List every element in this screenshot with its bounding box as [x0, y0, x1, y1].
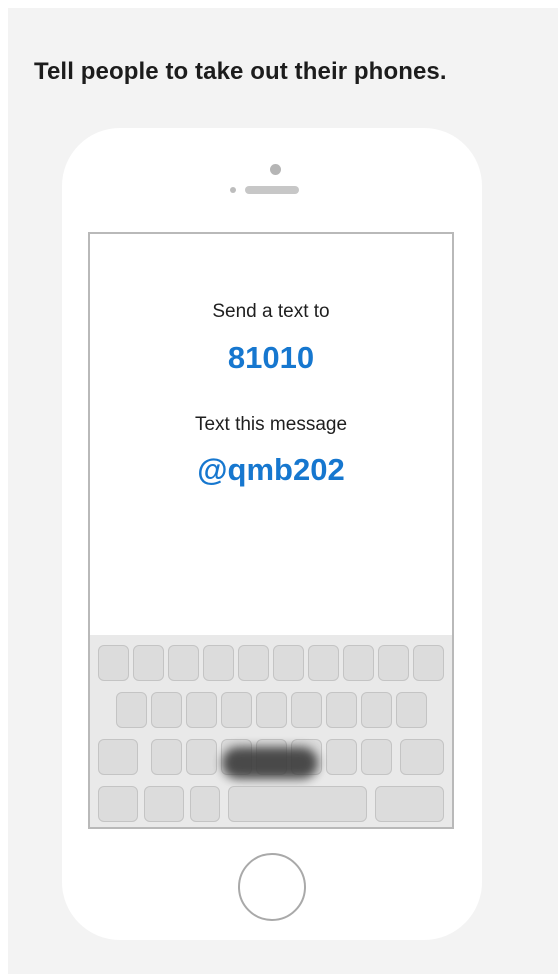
- keyboard-key: [291, 692, 322, 728]
- text-message-label: Text this message: [194, 414, 348, 435]
- keyboard-key: [326, 692, 357, 728]
- blurred-keys-smudge: [222, 747, 318, 779]
- keyboard-key: [273, 645, 304, 681]
- sensor-dot-icon: [230, 187, 236, 193]
- on-screen-keyboard: [90, 635, 452, 827]
- front-camera-icon: [270, 164, 281, 175]
- keyboard-key: [133, 645, 164, 681]
- keyboard-key: [168, 645, 199, 681]
- keyboard-key: [186, 692, 217, 728]
- keyboard-key: [378, 645, 409, 681]
- numbers-key: [98, 786, 138, 822]
- shift-key: [98, 739, 138, 775]
- keyboard-key: [203, 645, 234, 681]
- sms-number: 81010: [227, 340, 315, 375]
- phone-screen: Send a text to 81010 Text this message @…: [88, 232, 454, 829]
- delete-key: [400, 739, 444, 775]
- keyboard-key: [151, 692, 182, 728]
- keyboard-key: [98, 645, 129, 681]
- keyboard-key: [221, 692, 252, 728]
- home-button-icon: [238, 853, 306, 921]
- phone-illustration: Send a text to 81010 Text this message @…: [62, 128, 482, 940]
- speaker-grille-icon: [245, 186, 299, 194]
- keyboard-key: [238, 645, 269, 681]
- keyboard-key: [256, 692, 287, 728]
- keyboard-key: [116, 692, 147, 728]
- message-code: @qmb202: [197, 452, 345, 487]
- return-key: [375, 786, 444, 822]
- keyboard-key: [361, 739, 392, 775]
- mic-key: [190, 786, 220, 822]
- keyboard-key: [413, 645, 444, 681]
- instruction-panel: Tell people to take out their phones. Se…: [8, 8, 558, 974]
- keyboard-key: [396, 692, 427, 728]
- keyboard-key: [343, 645, 374, 681]
- keyboard-key: [186, 739, 217, 775]
- space-bar: [228, 786, 367, 822]
- instruction-headline: Tell people to take out their phones.: [34, 58, 447, 85]
- keyboard-key: [326, 739, 357, 775]
- send-text-label: Send a text to: [212, 301, 330, 322]
- keyboard-key: [151, 739, 182, 775]
- globe-key: [144, 786, 184, 822]
- keyboard-key: [361, 692, 392, 728]
- keyboard-key: [308, 645, 339, 681]
